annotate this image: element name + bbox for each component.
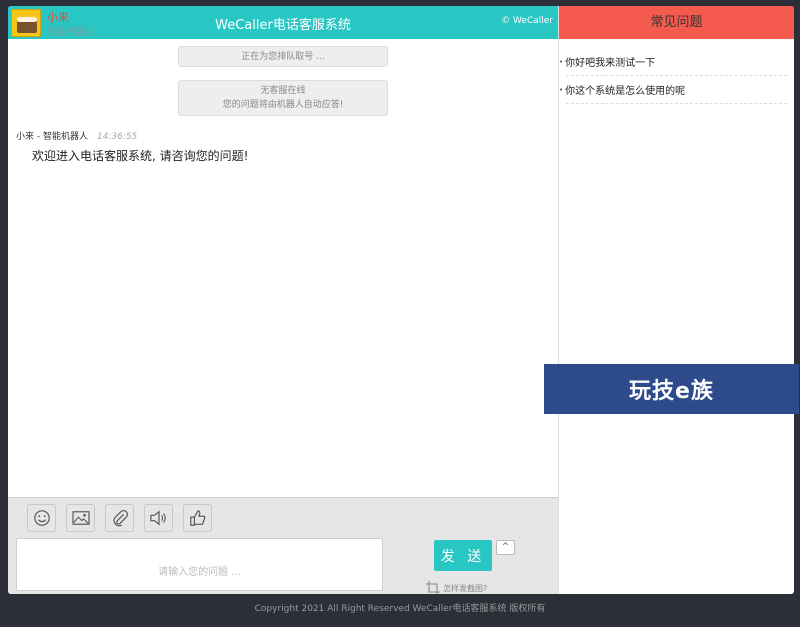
image-button[interactable] [66,504,95,532]
bullet-icon: • [559,85,564,94]
crop-icon [426,581,440,594]
watermark-text: 玩技e族 [629,379,714,404]
rate-button[interactable] [183,504,212,532]
offline-notice-line2: 您的问题将由机器人自动应答! [222,100,344,110]
list-item[interactable]: • 你好吧我来测试一下 [559,48,787,76]
expand-button[interactable]: ^ [496,540,515,555]
chat-header: 小来 智能机器人 WeCaller电话客服系统 © WeCaller [8,6,558,39]
emoji-icon [33,510,50,526]
attachment-button[interactable] [105,504,134,532]
page-title: WeCaller电话客服系统 [215,18,351,33]
list-item[interactable]: • 你这个系统是怎么使用的呢 [559,76,787,104]
queue-notice: 正在为您排队取号 ... [178,46,388,67]
chat-panel: 小来 智能机器人 WeCaller电话客服系统 © WeCaller 正在为您排… [8,6,558,594]
emoji-button[interactable] [27,504,56,532]
message-time: 14:36:55 [96,132,138,142]
offline-notice: 无客服在线 您的问题将由机器人自动应答! [178,80,388,116]
volume-button[interactable] [144,504,173,532]
composer-toolbar: 发 送 ^ 怎样发截图? [8,497,558,594]
faq-item-text: 你这个系统是怎么使用的呢 [565,86,686,97]
volume-icon [149,510,166,526]
queue-notice-text: 正在为您排队取号 ... [241,52,325,62]
message-input[interactable] [16,538,383,591]
thumbs-up-icon [189,510,205,526]
faq-title: 常见问题 [559,6,794,39]
image-icon [71,511,90,525]
message-sender: 小来 - 智能机器人 [16,132,88,142]
footer-copyright: Copyright 2021 All Right Reserved WeCall… [254,604,546,614]
watermark-logo: 玩技e族 [544,364,799,414]
send-button[interactable]: 发 送 [434,540,492,571]
brand-label: © WeCaller [501,16,553,26]
offline-notice-line1: 无客服在线 [260,86,306,96]
message-text: 欢迎进入电话客服系统, 请咨询您的问题! [32,149,249,163]
screenshot-help-text: 怎样发截图? [443,583,488,593]
faq-item-text: 你好吧我来测试一下 [565,58,656,69]
screenshot-help-link[interactable]: 怎样发截图? [426,581,487,594]
chat-window: 小来 智能机器人 WeCaller电话客服系统 © WeCaller 正在为您排… [8,6,794,594]
message-meta: 小来 - 智能机器人 14:36:55 [16,129,137,142]
faq-list: • 你好吧我来测试一下 • 你这个系统是怎么使用的呢 [559,48,794,104]
attachment-icon [113,510,128,527]
faq-panel: 常见问题 • 你好吧我来测试一下 • 你这个系统是怎么使用的呢 [558,6,794,594]
bullet-icon: • [559,57,564,66]
